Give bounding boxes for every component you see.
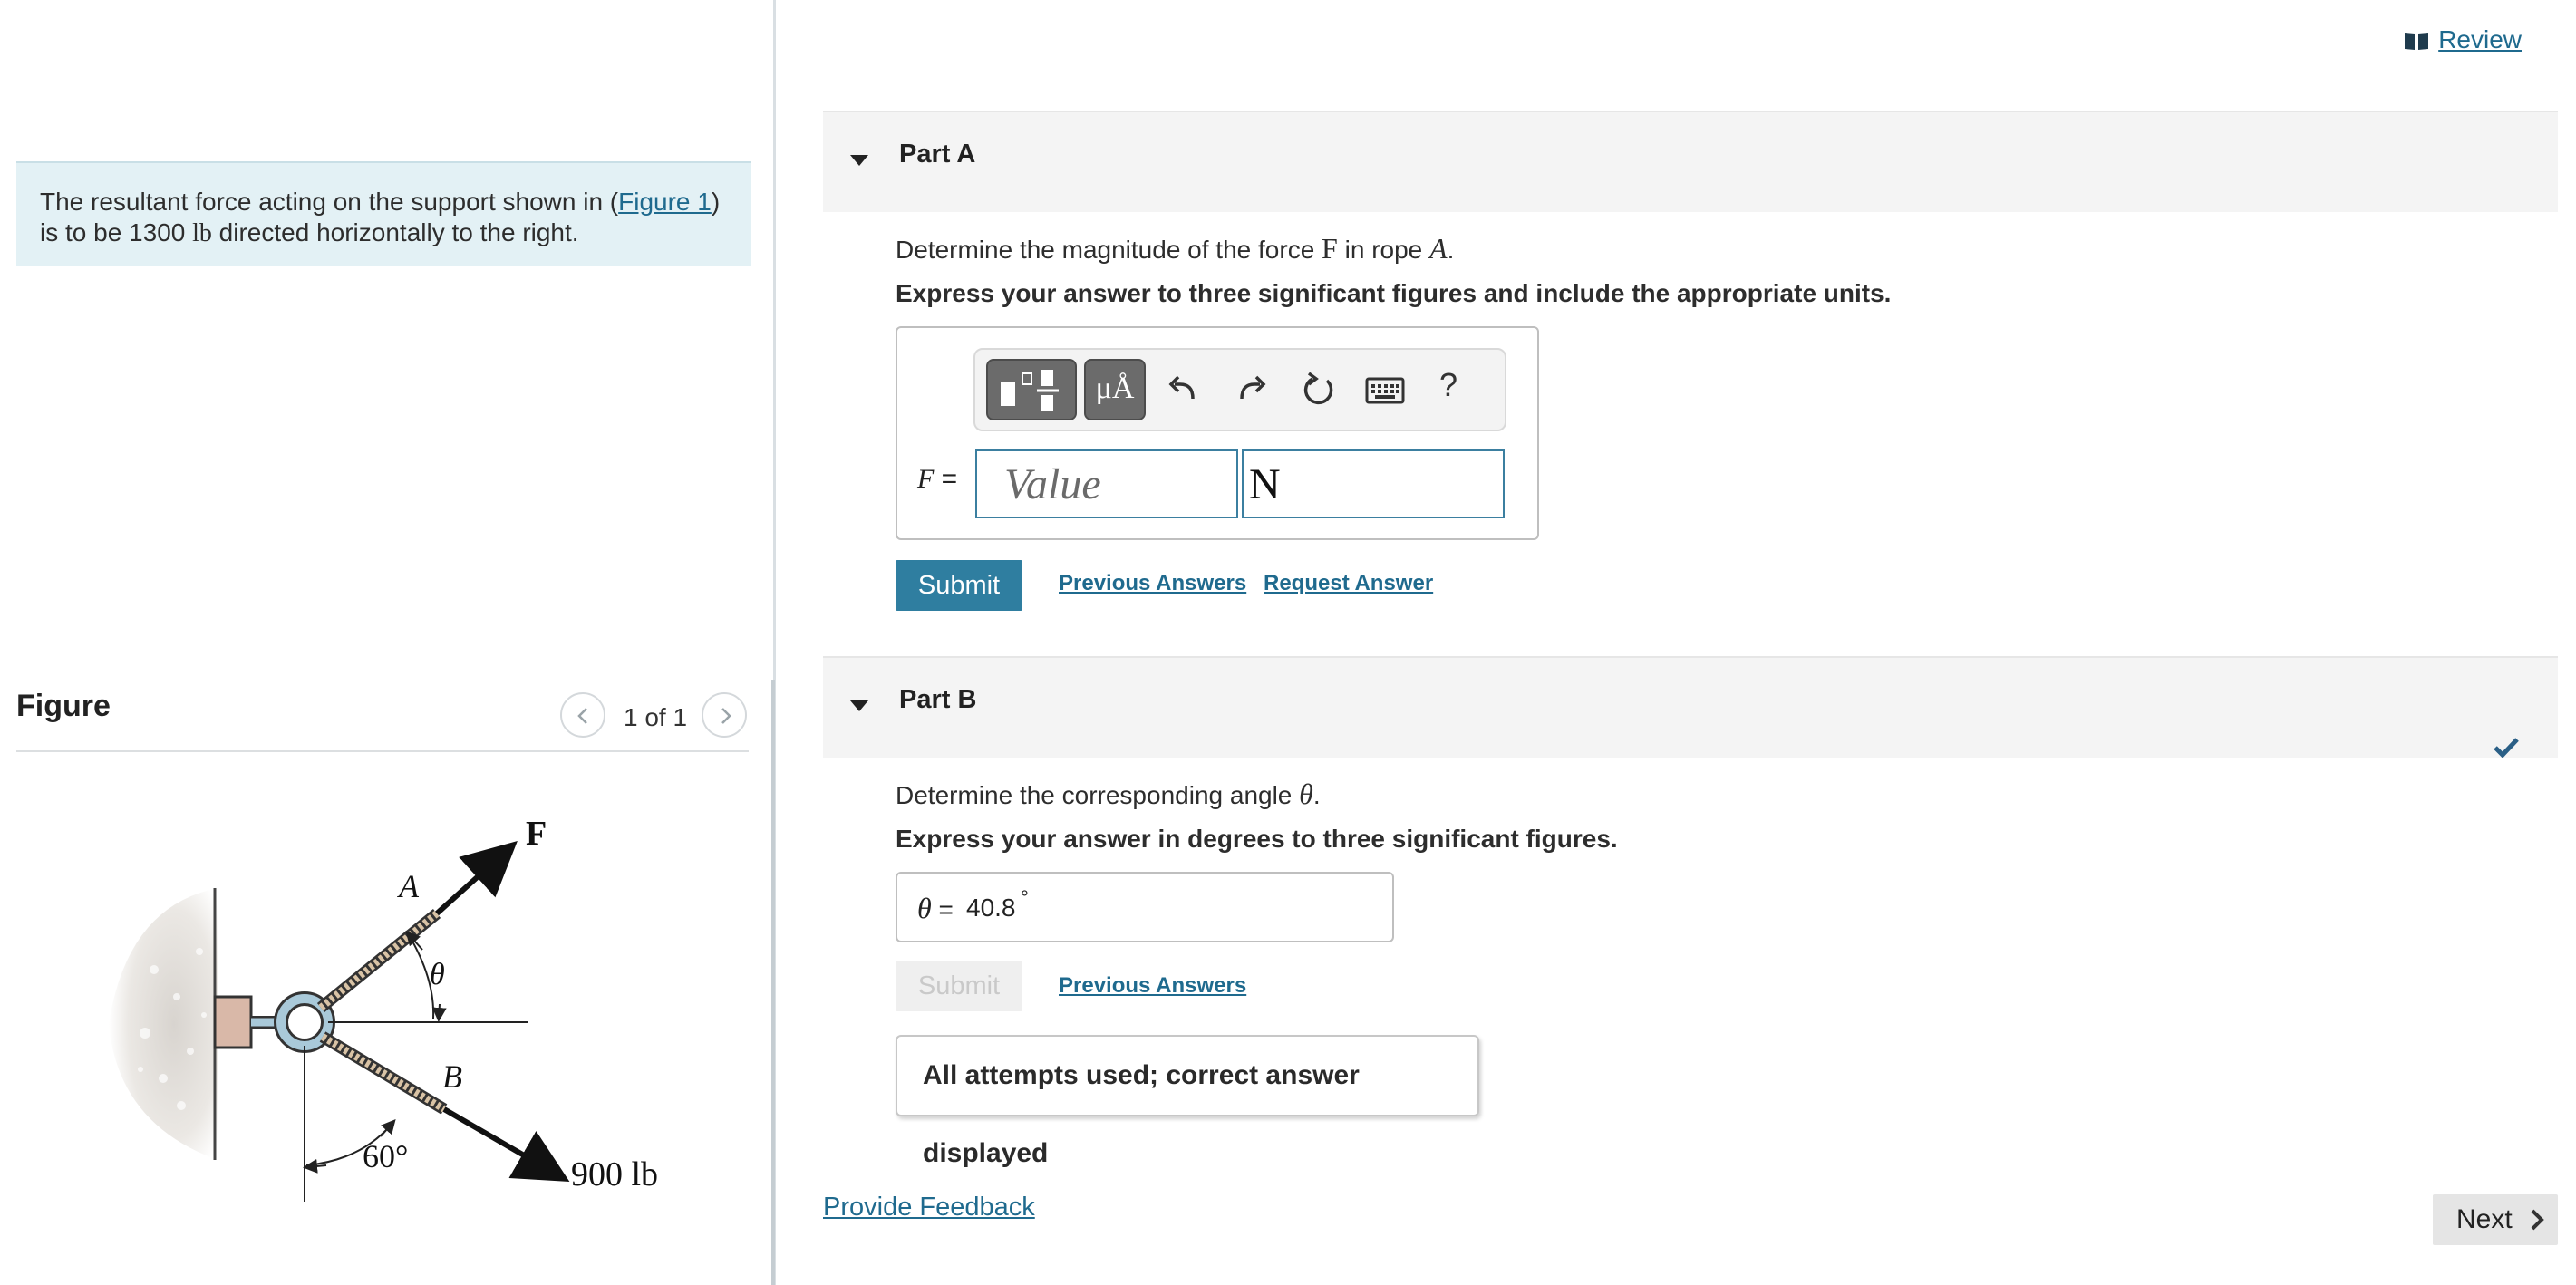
review-link[interactable]: Review bbox=[2404, 25, 2522, 54]
chevron-right-icon bbox=[721, 708, 731, 724]
caret-down-icon bbox=[850, 155, 868, 166]
math-toolbar: μÅ ? bbox=[973, 348, 1506, 431]
templates-icon bbox=[1001, 370, 1059, 411]
part-a-previous-answers-link[interactable]: Previous Answers bbox=[1059, 571, 1246, 596]
label-theta: θ bbox=[430, 958, 445, 991]
label-b: B bbox=[442, 1058, 462, 1095]
part-a-prompt-end: . bbox=[1447, 236, 1455, 264]
next-label: Next bbox=[2456, 1204, 2513, 1234]
theta-variable: θ bbox=[917, 892, 932, 924]
figure-heading: Figure bbox=[16, 689, 111, 723]
part-b-instruction: Express your answer in degrees to three … bbox=[896, 825, 1618, 853]
reset-icon[interactable] bbox=[1300, 372, 1338, 410]
figure-prev-button[interactable] bbox=[560, 692, 605, 738]
next-button[interactable]: Next bbox=[2433, 1194, 2558, 1245]
part-b-title: Part B bbox=[899, 685, 977, 714]
problem-text-end: directed horizontally to the right. bbox=[211, 218, 579, 246]
label-900lb: 900 lb bbox=[571, 1155, 658, 1193]
figure-diagram: F A θ B 60° 900 lb bbox=[109, 815, 658, 1202]
checkmark-icon bbox=[2494, 738, 2519, 758]
symbols-button[interactable]: μÅ bbox=[1084, 359, 1146, 420]
theta-answer-value: 40.8 bbox=[966, 894, 1016, 922]
f-variable-label: F = bbox=[917, 464, 957, 495]
part-a-prompt-rope: A bbox=[1429, 232, 1448, 265]
part-b-prompt: Determine the corresponding angle θ. bbox=[896, 778, 1321, 811]
figure-divider bbox=[16, 750, 749, 752]
attempts-status-message: All attempts used; correct answer displa… bbox=[896, 1035, 1479, 1168]
figure-next-button[interactable] bbox=[702, 692, 747, 738]
undo-icon[interactable] bbox=[1166, 372, 1202, 408]
redo-icon[interactable] bbox=[1233, 372, 1269, 408]
part-a-header[interactable]: Part A bbox=[823, 111, 2558, 212]
part-a-title: Part A bbox=[899, 140, 976, 169]
part-a-answer-box: μÅ ? F = bbox=[896, 326, 1539, 540]
value-input[interactable] bbox=[975, 449, 1238, 518]
label-60: 60° bbox=[363, 1138, 408, 1174]
caret-down-icon bbox=[850, 700, 868, 711]
theta-equals: = bbox=[938, 895, 954, 923]
figure-link[interactable]: Figure 1 bbox=[618, 188, 712, 216]
help-button[interactable]: ? bbox=[1439, 366, 1457, 404]
problem-unit: lb bbox=[192, 219, 212, 247]
part-b-prompt-end: . bbox=[1312, 781, 1321, 809]
pane-resize-handle[interactable] bbox=[771, 680, 775, 1285]
part-a-prompt: Determine the magnitude of the force F i… bbox=[896, 232, 1454, 266]
f-equals: = bbox=[941, 464, 958, 494]
part-b-previous-answers-link[interactable]: Previous Answers bbox=[1059, 973, 1246, 999]
f-variable: F bbox=[917, 464, 935, 494]
force-f-arrow bbox=[434, 840, 518, 916]
left-pane: The resultant force acting on the suppor… bbox=[0, 0, 774, 1285]
chevron-left-icon bbox=[577, 708, 587, 724]
part-a-prompt-mid: in rope bbox=[1337, 236, 1430, 264]
part-a-submit-button[interactable]: Submit bbox=[896, 560, 1022, 611]
theta-variable-label: θ = bbox=[917, 892, 954, 925]
part-a-prompt-start: Determine the magnitude of the force bbox=[896, 236, 1322, 264]
provide-feedback-link[interactable]: Provide Feedback bbox=[823, 1193, 1035, 1222]
part-b-answer-box: θ = 40.8 ° bbox=[896, 872, 1394, 942]
part-b-submit-button: Submit bbox=[896, 961, 1022, 1011]
problem-text-start: The resultant force acting on the suppor… bbox=[40, 188, 619, 216]
part-b-prompt-start: Determine the corresponding angle bbox=[896, 781, 1300, 809]
keyboard-icon[interactable] bbox=[1365, 377, 1405, 404]
review-label: Review bbox=[2438, 25, 2522, 53]
label-f: F bbox=[526, 815, 547, 853]
chevron-right-icon bbox=[2531, 1209, 2544, 1231]
book-icon bbox=[2405, 33, 2429, 50]
support-bracket bbox=[213, 995, 253, 1049]
problem-statement: The resultant force acting on the suppor… bbox=[16, 161, 751, 266]
templates-button[interactable] bbox=[986, 359, 1077, 420]
part-a-instruction: Express your answer to three significant… bbox=[896, 279, 1892, 307]
figure-pager-count: 1 of 1 bbox=[624, 703, 688, 731]
force-b-arrow bbox=[442, 1106, 570, 1183]
wall-shape bbox=[109, 888, 218, 1160]
units-input[interactable] bbox=[1242, 449, 1505, 518]
request-answer-link[interactable]: Request Answer bbox=[1264, 571, 1433, 596]
label-a: A bbox=[397, 868, 420, 904]
part-a-prompt-force: F bbox=[1322, 232, 1338, 265]
part-b-prompt-symbol: θ bbox=[1299, 778, 1313, 810]
theta-answer-unit: ° bbox=[1021, 886, 1029, 909]
part-b-header[interactable]: Part B bbox=[823, 656, 2558, 758]
